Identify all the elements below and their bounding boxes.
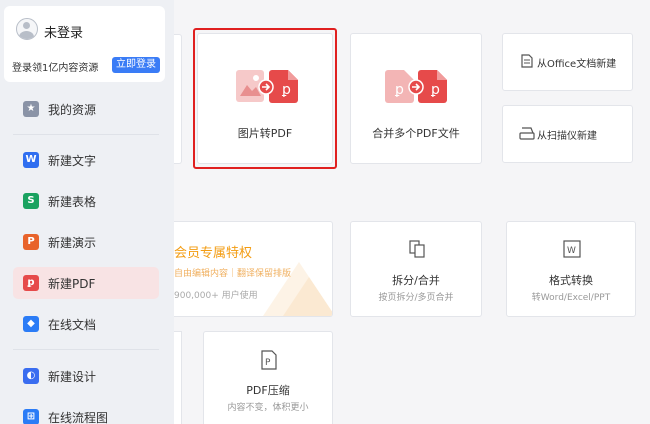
pdf-compress-card[interactable]: P PDF压缩 内容不变，体积更小 xyxy=(203,331,333,424)
login-promo-text: 登录领1亿内容资源 xyxy=(12,63,99,74)
sidebar-item-label: 新建文字 xyxy=(48,154,97,168)
split-merge-icon xyxy=(409,240,425,258)
member-title: 会员专属特权 xyxy=(174,246,253,261)
login-button[interactable]: 立即登录 xyxy=(112,57,160,73)
sidebar-item-new-pdf[interactable]: ꝑ 新建PDF xyxy=(13,267,159,299)
flowchart-icon: ⊞ xyxy=(23,409,39,424)
svg-text:ꝑ: ꝑ xyxy=(394,82,404,98)
card-title: 从扫描仪新建 xyxy=(537,131,597,142)
from-office-card[interactable]: 从Office文档新建 xyxy=(502,33,633,91)
nav-divider xyxy=(13,349,159,350)
sidebar-item-new-spreadsheet[interactable]: S 新建表格 xyxy=(13,185,159,217)
star-icon: ★ xyxy=(23,101,39,117)
card-title: PDF压缩 xyxy=(246,384,290,397)
presentation-icon: P xyxy=(23,234,39,250)
svg-text:ꝑ: ꝑ xyxy=(430,82,440,98)
login-card[interactable]: 未登录 登录领1亿内容资源 立即登录 xyxy=(4,6,165,82)
split-merge-card[interactable]: 拆分/合并 按页拆分/多页合并 xyxy=(350,221,482,317)
merge-pdf-card[interactable]: ꝑ ꝑ 合并多个PDF文件 xyxy=(350,33,482,164)
sidebar-item-label: 在线流程图 xyxy=(48,411,109,424)
selection-highlight xyxy=(193,28,337,169)
member-subtitle: 自由编辑内容｜翻译保留排版 xyxy=(174,269,292,279)
card-title: 从Office文档新建 xyxy=(537,59,617,70)
avatar[interactable] xyxy=(16,18,38,40)
partial-card[interactable] xyxy=(174,34,182,164)
sidebar-item-label: 新建演示 xyxy=(48,236,97,250)
sidebar-item-flowchart[interactable]: ⊞ 在线流程图 xyxy=(13,401,159,424)
sidebar-item-label: 新建设计 xyxy=(48,370,97,384)
card-subtitle: 内容不变，体积更小 xyxy=(227,403,309,413)
partial-card[interactable] xyxy=(174,331,182,424)
svg-text:W: W xyxy=(567,246,576,256)
sidebar-item-online-doc[interactable]: ◆ 在线文档 xyxy=(13,308,159,340)
compress-icon: P xyxy=(261,350,277,370)
sidebar-item-my-resources[interactable]: ★ 我的资源 xyxy=(13,93,159,125)
cloud-doc-icon: ◆ xyxy=(23,316,39,332)
card-title: 格式转换 xyxy=(549,274,593,287)
sidebar-item-new-design[interactable]: ◐ 新建设计 xyxy=(13,360,159,392)
design-icon: ◐ xyxy=(23,368,39,384)
sidebar-item-label: 新建PDF xyxy=(48,277,96,291)
sidebar: 未登录 登录领1亿内容资源 立即登录 ★ 我的资源 W 新建文字 S 新建表格 … xyxy=(0,0,174,424)
spreadsheet-icon: S xyxy=(23,193,39,209)
card-title: 合并多个PDF文件 xyxy=(372,127,460,140)
format-convert-card[interactable]: W 格式转换 转Word/Excel/PPT xyxy=(506,221,636,317)
word-convert-icon: W xyxy=(563,240,581,258)
sidebar-item-new-writer[interactable]: W 新建文字 xyxy=(13,144,159,176)
pdf-icon: ꝑ xyxy=(23,275,39,291)
sidebar-item-label: 在线文档 xyxy=(48,318,97,332)
sidebar-item-label: 我的资源 xyxy=(48,103,97,117)
document-icon xyxy=(521,54,533,68)
card-subtitle: 按页拆分/多页合并 xyxy=(378,293,454,303)
from-scanner-card[interactable]: 从扫描仪新建 xyxy=(502,105,633,163)
card-subtitle: 转Word/Excel/PPT xyxy=(531,293,611,303)
card-title: 拆分/合并 xyxy=(392,274,440,287)
user-name[interactable]: 未登录 xyxy=(44,22,83,41)
sidebar-item-new-presentation[interactable]: P 新建演示 xyxy=(13,226,159,258)
member-promo-card[interactable]: 会员专属特权 自由编辑内容｜翻译保留排版 900,000+ 用户使用 xyxy=(174,221,333,317)
writer-icon: W xyxy=(23,152,39,168)
merge-pdf-icon: ꝑ ꝑ xyxy=(385,70,447,103)
member-decoration xyxy=(263,262,332,316)
svg-text:P: P xyxy=(265,358,271,368)
member-user-count: 900,000+ 用户使用 xyxy=(174,291,258,301)
sidebar-item-label: 新建表格 xyxy=(48,195,97,209)
nav-divider xyxy=(13,134,159,135)
scanner-icon xyxy=(519,127,535,140)
